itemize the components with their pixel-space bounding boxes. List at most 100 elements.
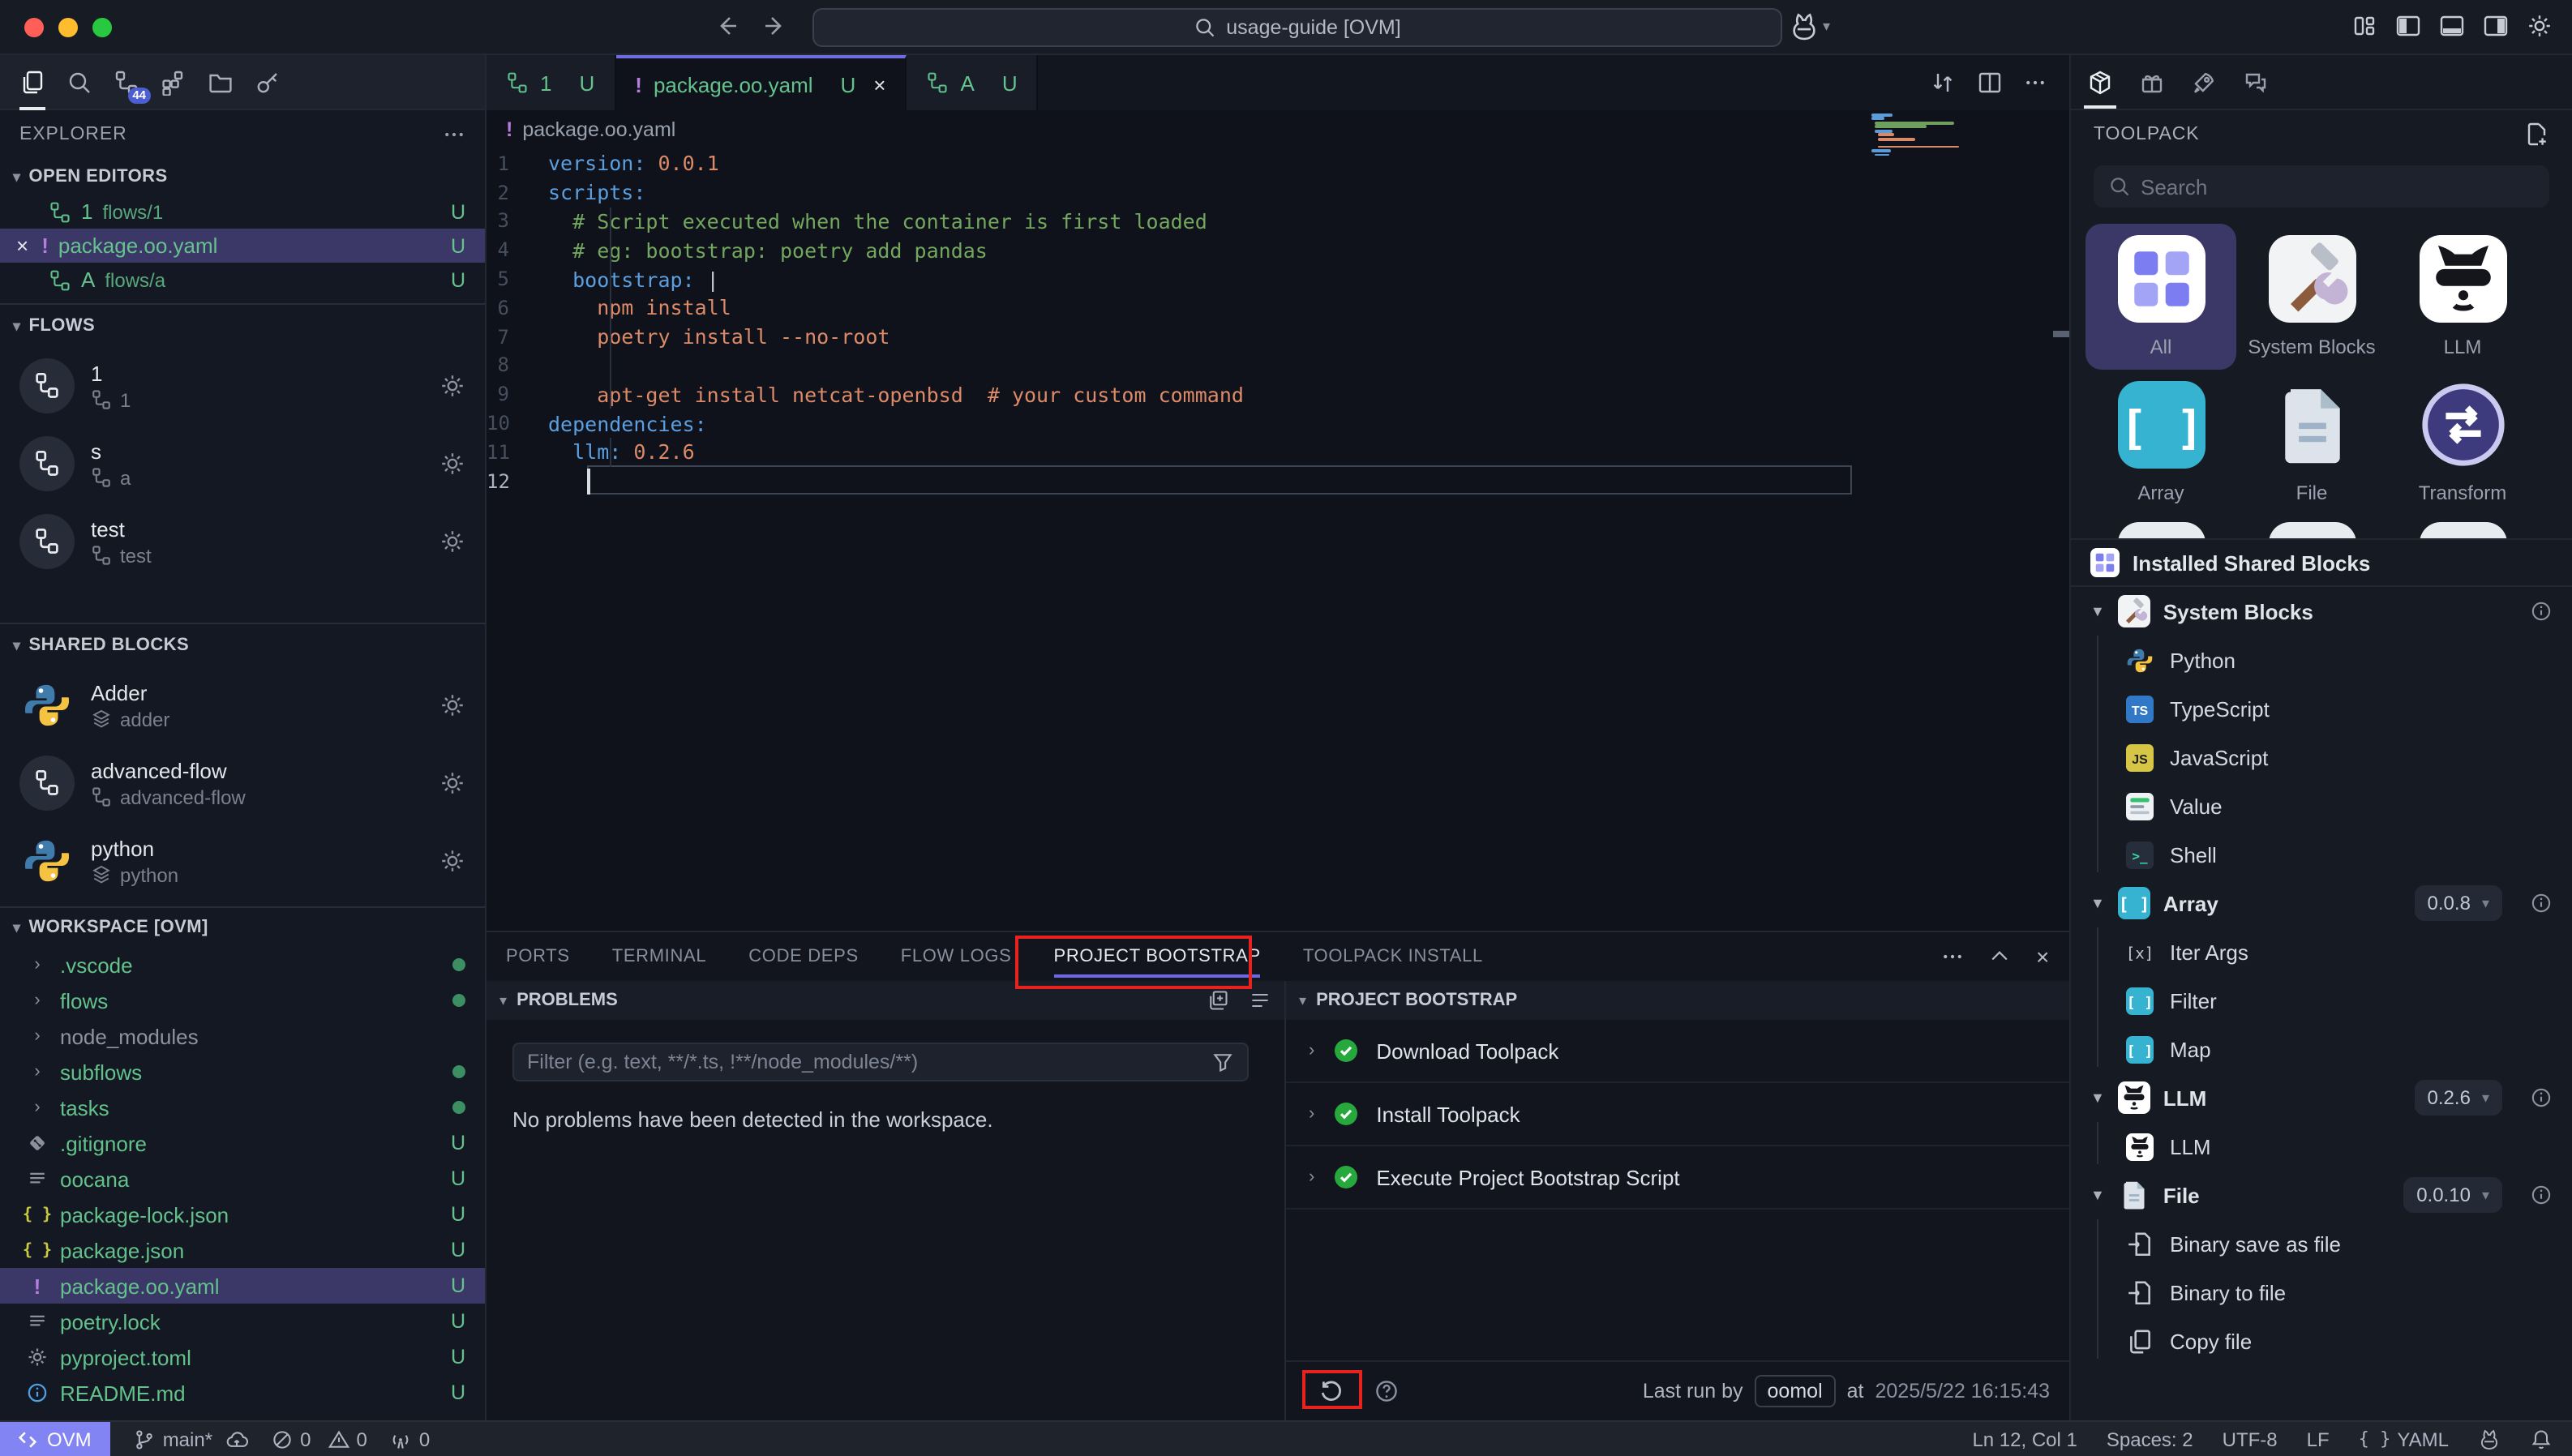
panel-tab-terminal[interactable]: TERMINAL <box>612 934 707 979</box>
version-select[interactable]: 0.0.10▾ <box>2403 1178 2502 1214</box>
workspace-item-package.json[interactable]: { } package.jsonU <box>0 1232 485 1268</box>
block-item-map[interactable]: [ ] Map <box>2071 1026 2572 1074</box>
shared-block-card[interactable]: pythonpython <box>0 822 485 900</box>
block-item-binary-save-as-file[interactable]: Binary save as file <box>2071 1220 2572 1269</box>
rabbit-status-icon[interactable] <box>2478 1428 2501 1450</box>
problems-status[interactable]: 0 0 <box>271 1428 367 1450</box>
compare-changes-icon[interactable] <box>1930 70 1956 96</box>
panel-close-icon[interactable]: × <box>2036 944 2050 970</box>
block-item-llm[interactable]: LLM <box>2071 1123 2572 1171</box>
git-branch-status[interactable]: main* <box>134 1428 248 1450</box>
code-line-2[interactable]: 2scripts: <box>487 178 2069 208</box>
forward-icon[interactable] <box>762 13 788 39</box>
block-item-shell[interactable]: >_ Shell <box>2071 831 2572 880</box>
editor-tab-1[interactable]: 1U <box>487 55 615 110</box>
block-item-javascript[interactable]: JS JavaScript <box>2071 734 2572 782</box>
open-editor-item[interactable]: ×!package.oo.yamlU <box>0 229 485 263</box>
toggle-sidebar-right-icon[interactable] <box>2483 13 2509 39</box>
version-select[interactable]: 0.2.6▾ <box>2415 1081 2502 1116</box>
right-panel-tab-chat[interactable] <box>2243 56 2269 108</box>
code-line-1[interactable]: 1version: 0.0.1 <box>487 149 2069 178</box>
panel-tab-code-deps[interactable]: CODE DEPS <box>748 934 859 979</box>
triangle-down-icon[interactable]: ▼ <box>2090 896 2105 912</box>
workspace-item-oocana[interactable]: oocanaU <box>0 1161 485 1197</box>
close-window-button[interactable] <box>24 18 44 37</box>
block-group-llm[interactable]: ▼ LLM0.2.6▾ <box>2071 1074 2572 1123</box>
flow-card[interactable]: 11 <box>0 347 485 425</box>
breadcrumb[interactable]: ! package.oo.yaml <box>487 110 2069 149</box>
code-line-9[interactable]: 9 apt-get install netcat-openbsd # your … <box>487 380 2069 409</box>
workspace-item-flows[interactable]: › flows <box>0 983 485 1018</box>
workspace-item-poetry.lock[interactable]: poetry.lockU <box>0 1304 485 1339</box>
editor-tab-A[interactable]: AU <box>907 55 1038 110</box>
problems-filter-input[interactable] <box>527 1051 1211 1073</box>
bootstrap-step[interactable]: › Download Toolpack <box>1286 1020 2069 1083</box>
toolpack-tile-transform[interactable]: Transform <box>2387 370 2538 516</box>
code-line-5[interactable]: 5 bootstrap: | <box>487 264 2069 293</box>
triangle-down-icon[interactable]: ▼ <box>2090 1188 2105 1204</box>
flows-header[interactable]: ▾FLOWS <box>0 305 485 347</box>
chevron-right-icon[interactable]: › <box>1309 1167 1314 1187</box>
toolpack-tile-system-blocks[interactable]: System Blocks <box>2236 224 2387 370</box>
chevron-right-icon[interactable]: › <box>1309 1104 1314 1124</box>
back-icon[interactable] <box>714 13 739 39</box>
code-line-11[interactable]: 11 llm: 0.2.6 <box>487 438 2069 467</box>
minimap[interactable] <box>1871 113 1965 162</box>
code-line-3[interactable]: 3 # Script executed when the container i… <box>487 207 2069 236</box>
triangle-down-icon[interactable]: ▼ <box>2090 604 2105 620</box>
open-editors-header[interactable]: ▾OPEN EDITORS <box>0 159 485 195</box>
toolpack-tile-all[interactable]: All <box>2085 224 2236 370</box>
version-select[interactable]: 0.0.8▾ <box>2415 886 2502 922</box>
activity-tab-folder[interactable] <box>208 69 234 95</box>
workspace-item-package.oo.yaml[interactable]: ! package.oo.yamlU <box>0 1268 485 1304</box>
cursor-position[interactable]: Ln 12, Col 1 <box>1972 1428 2077 1450</box>
flow-settings-gear-icon[interactable] <box>439 451 465 477</box>
right-panel-tab-toolpack[interactable] <box>2087 56 2113 108</box>
code-line-4[interactable]: 4 # eg: bootstrap: poetry add pandas <box>487 236 2069 265</box>
code-line-7[interactable]: 7 poetry install --no-root <box>487 323 2069 352</box>
notifications-bell-icon[interactable] <box>2530 1428 2553 1450</box>
toggle-sidebar-left-icon[interactable] <box>2395 13 2421 39</box>
block-item-binary-to-file[interactable]: Binary to file <box>2071 1269 2572 1317</box>
chevron-right-icon[interactable]: › <box>1309 1041 1314 1060</box>
split-editor-icon[interactable] <box>1977 70 2003 96</box>
bootstrap-step[interactable]: › Execute Project Bootstrap Script <box>1286 1146 2069 1210</box>
assistant-menu-button[interactable]: ▾ <box>1789 11 1830 42</box>
workspace-item-tasks[interactable]: › tasks <box>0 1090 485 1125</box>
workspace-item-README.md[interactable]: README.mdU <box>0 1375 485 1411</box>
close-tab-icon[interactable]: × <box>873 72 885 96</box>
block-group-system-blocks[interactable]: ▼ System Blocks <box>2071 588 2572 636</box>
shared-block-card[interactable]: advanced-flowadvanced-flow <box>0 744 485 822</box>
workspace-item-subflows[interactable]: › subflows <box>0 1054 485 1090</box>
triangle-down-icon[interactable]: ▼ <box>2090 1090 2105 1107</box>
flow-card[interactable]: testtest <box>0 503 485 580</box>
indentation-setting[interactable]: Spaces: 2 <box>2107 1428 2193 1450</box>
open-editor-item[interactable]: Aflows/aU <box>0 263 485 297</box>
toolpack-search-input[interactable] <box>2141 174 2535 199</box>
toggle-panel-bottom-icon[interactable] <box>2439 13 2465 39</box>
ports-status[interactable]: 0 <box>390 1428 430 1450</box>
command-center-search[interactable]: usage-guide [OVM] <box>812 8 1782 47</box>
info-icon[interactable] <box>2530 1184 2553 1207</box>
editor-scroll-indicator[interactable] <box>2053 331 2069 337</box>
activity-tab-search[interactable] <box>66 69 92 95</box>
workspace-header[interactable]: ▾WORKSPACE [OVM] <box>0 908 485 947</box>
toolpack-search[interactable] <box>2094 165 2549 208</box>
right-panel-tab-gift[interactable] <box>2139 56 2165 108</box>
minimize-window-button[interactable] <box>58 18 78 37</box>
filter-funnel-icon[interactable] <box>1211 1051 1234 1073</box>
language-mode[interactable]: { } YAML <box>2359 1428 2449 1450</box>
shared-blocks-header[interactable]: ▾SHARED BLOCKS <box>0 624 485 666</box>
new-toolpack-icon[interactable] <box>2523 122 2549 148</box>
activity-tab-files[interactable] <box>19 69 45 95</box>
workspace-item-node_modules[interactable]: › node_modules <box>0 1018 485 1054</box>
encoding-setting[interactable]: UTF-8 <box>2223 1428 2278 1450</box>
workspace-item-.gitignore[interactable]: .gitignoreU <box>0 1125 485 1161</box>
editor-tab-package.oo.yaml[interactable]: !package.oo.yamlU× <box>615 55 907 110</box>
right-panel-tab-rocket[interactable] <box>2191 56 2217 108</box>
code-line-10[interactable]: 10dependencies: <box>487 409 2069 438</box>
customize-layout-icon[interactable] <box>2351 13 2377 39</box>
maximize-window-button[interactable] <box>92 18 112 37</box>
info-icon[interactable] <box>2530 893 2553 915</box>
block-settings-gear-icon[interactable] <box>439 692 465 718</box>
